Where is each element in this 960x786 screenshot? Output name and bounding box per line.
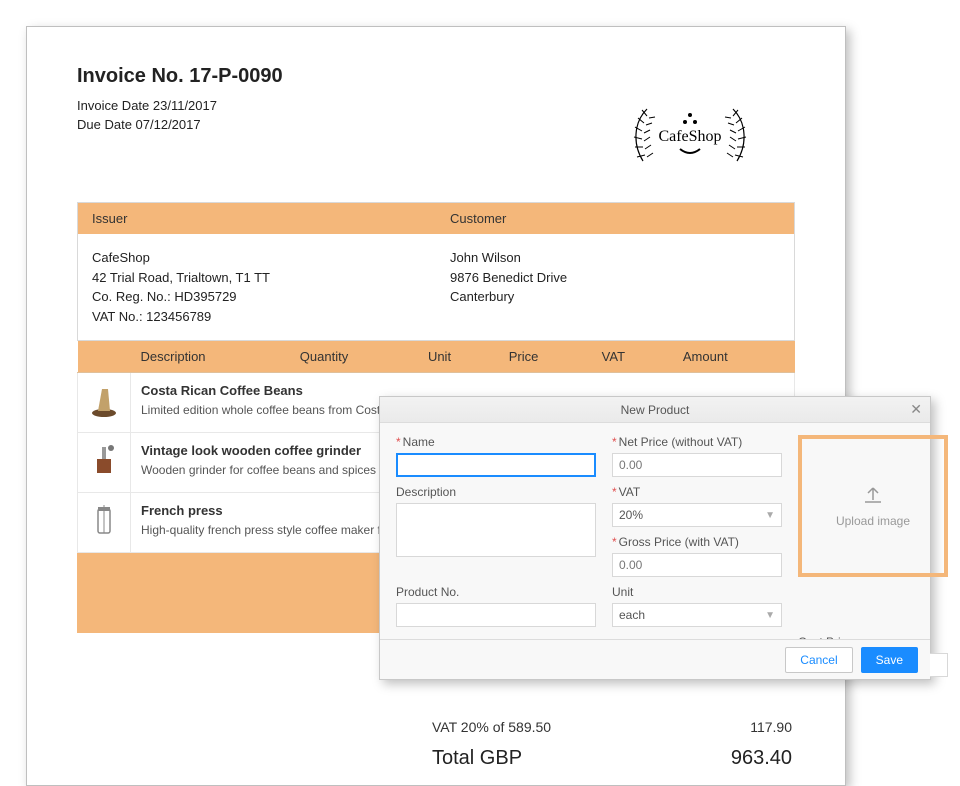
product-thumb-icon xyxy=(88,503,120,539)
gross-price-label: *Gross Price (with VAT) xyxy=(612,535,782,549)
product-thumb-icon xyxy=(88,383,120,419)
upload-icon xyxy=(861,484,885,508)
col-quantity: Quantity xyxy=(290,341,418,373)
chevron-down-icon: ▼ xyxy=(765,610,775,621)
unit-select[interactable]: each▼ xyxy=(612,603,782,627)
productno-label: Product No. xyxy=(396,585,596,599)
unit-label: Unit xyxy=(612,585,782,599)
vat-label: *VAT xyxy=(612,485,782,499)
productno-input[interactable] xyxy=(396,603,596,627)
col-price: Price xyxy=(499,341,592,373)
col-amount: Amount xyxy=(673,341,795,373)
vat-line-label: VAT 20% of 589.50 xyxy=(432,719,551,735)
close-icon[interactable]: ✕ xyxy=(910,401,922,418)
modal-title: New Product xyxy=(621,403,690,417)
invoice-title: Invoice No. 17-P-0090 xyxy=(77,65,795,88)
brand-logo: CafeShop xyxy=(625,97,755,171)
total-label: Total GBP xyxy=(432,747,522,770)
chevron-down-icon: ▼ xyxy=(765,510,775,521)
total-value: 963.40 xyxy=(731,747,792,770)
net-price-label: *Net Price (without VAT) xyxy=(612,435,782,449)
name-label: *Name xyxy=(396,435,596,449)
parties-table: Issuer Customer CafeShop 42 Trial Road, … xyxy=(77,202,795,341)
cancel-button[interactable]: Cancel xyxy=(785,647,852,673)
upload-image-dropzone[interactable]: Upload image xyxy=(798,435,948,577)
customer-header: Customer xyxy=(436,203,794,234)
description-label: Description xyxy=(396,485,596,499)
col-unit: Unit xyxy=(418,341,499,373)
upload-label: Upload image xyxy=(836,514,910,528)
customer-block: John Wilson 9876 Benedict Drive Canterbu… xyxy=(436,234,794,340)
modal-header: New Product ✕ xyxy=(380,397,930,423)
description-input[interactable] xyxy=(396,503,596,557)
gross-price-input[interactable] xyxy=(612,553,782,577)
issuer-block: CafeShop 42 Trial Road, Trialtown, T1 TT… xyxy=(78,234,436,340)
name-input[interactable] xyxy=(396,453,596,477)
col-vat: VAT xyxy=(592,341,673,373)
col-description: Description xyxy=(131,341,290,373)
vat-line-value: 117.90 xyxy=(750,719,792,735)
issuer-header: Issuer xyxy=(78,203,436,234)
modal-footer: Cancel Save xyxy=(380,639,930,679)
save-button[interactable]: Save xyxy=(861,647,918,673)
product-thumb-icon xyxy=(88,443,120,479)
totals-block: VAT 20% of 589.50 117.90 Total GBP 963.4… xyxy=(432,715,792,770)
new-product-modal: New Product ✕ *Name *Net Price (without … xyxy=(379,396,931,680)
svg-text:CafeShop: CafeShop xyxy=(658,128,721,145)
vat-select[interactable]: 20%▼ xyxy=(612,503,782,527)
net-price-input[interactable] xyxy=(612,453,782,477)
